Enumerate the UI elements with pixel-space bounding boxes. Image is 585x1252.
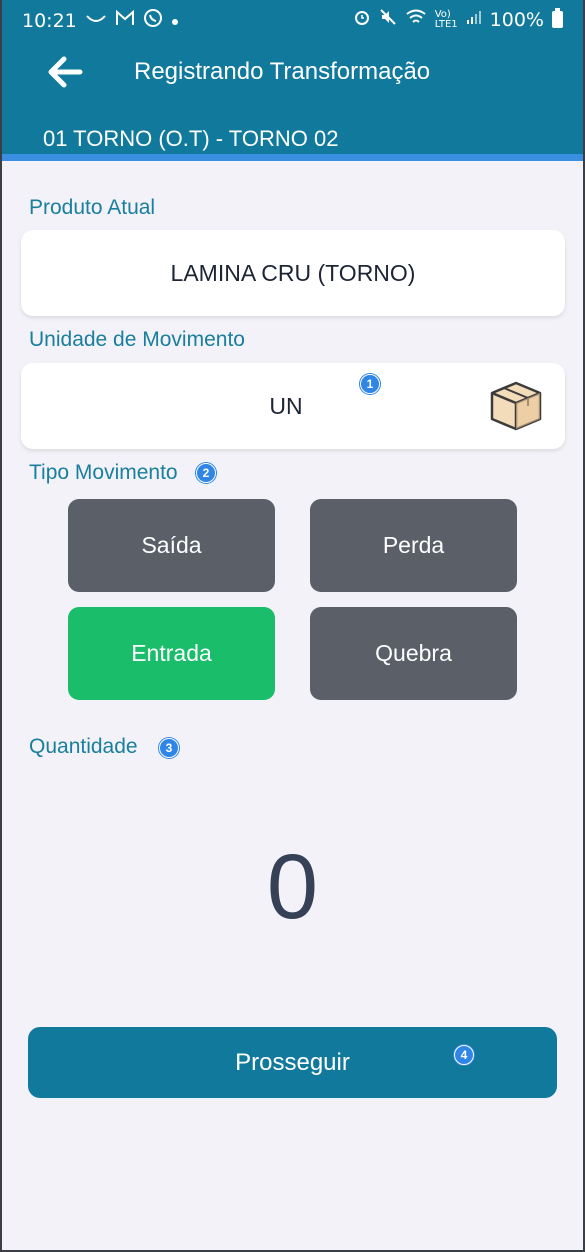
tipo-saida-button[interactable]: Saída — [68, 499, 275, 592]
gmail-icon — [115, 9, 135, 31]
page-subtitle: 01 TORNO (O.T) - TORNO 02 — [43, 126, 339, 151]
mute-icon — [379, 8, 397, 31]
quantidade-value[interactable]: 0 — [2, 835, 583, 940]
unidade-label: Unidade de Movimento — [29, 328, 245, 351]
tipo-quebra-button[interactable]: Quebra — [310, 607, 517, 700]
battery-icon — [552, 8, 563, 28]
tipo-perda-button[interactable]: Perda — [310, 499, 517, 592]
tipo-entrada-button[interactable]: Entrada — [68, 607, 275, 700]
app-bar-divider — [2, 154, 583, 161]
battery-percent: 100% — [489, 8, 544, 31]
box-icon[interactable] — [489, 380, 543, 432]
arrow-left-icon — [48, 56, 83, 88]
produto-atual-label: Produto Atual — [29, 196, 156, 219]
unidade-value: UN — [269, 392, 303, 419]
unidade-card[interactable]: UN 1 — [21, 363, 565, 449]
step-badge-2: 2 — [196, 463, 216, 483]
status-time: 10:21 — [22, 9, 77, 32]
quantidade-label: Quantidade — [29, 735, 138, 758]
tipo-movimento-text: Tipo Movimento — [29, 461, 178, 484]
page-title: Registrando Transformação — [134, 58, 431, 85]
step-badge-4: 4 — [454, 1045, 474, 1065]
alarm-icon — [353, 8, 371, 31]
back-button[interactable] — [44, 54, 88, 90]
status-bar: 10:21 Vo) LTE1 100% — [2, 0, 583, 36]
wifi-icon — [405, 8, 427, 31]
step-badge-1: 1 — [360, 374, 380, 394]
dot-icon — [171, 11, 179, 31]
missed-call-icon — [85, 11, 107, 31]
volte-icon: Vo) LTE1 — [434, 8, 458, 30]
prosseguir-label: Prosseguir — [235, 1048, 350, 1076]
signal-icon — [466, 9, 482, 30]
screen: 10:21 Vo) LTE1 100% Registrando Transfor… — [2, 0, 583, 1250]
produto-atual-value: LAMINA CRU (TORNO) — [170, 259, 416, 286]
produto-atual-card: LAMINA CRU (TORNO) — [21, 230, 565, 316]
tipo-movimento-label: Tipo Movimento — [29, 461, 178, 485]
step-badge-3: 3 — [159, 738, 179, 758]
whatsapp-icon — [143, 8, 163, 33]
prosseguir-button[interactable]: Prosseguir 4 — [28, 1027, 557, 1098]
app-bar: Registrando Transformação 01 TORNO (O.T)… — [2, 36, 583, 154]
